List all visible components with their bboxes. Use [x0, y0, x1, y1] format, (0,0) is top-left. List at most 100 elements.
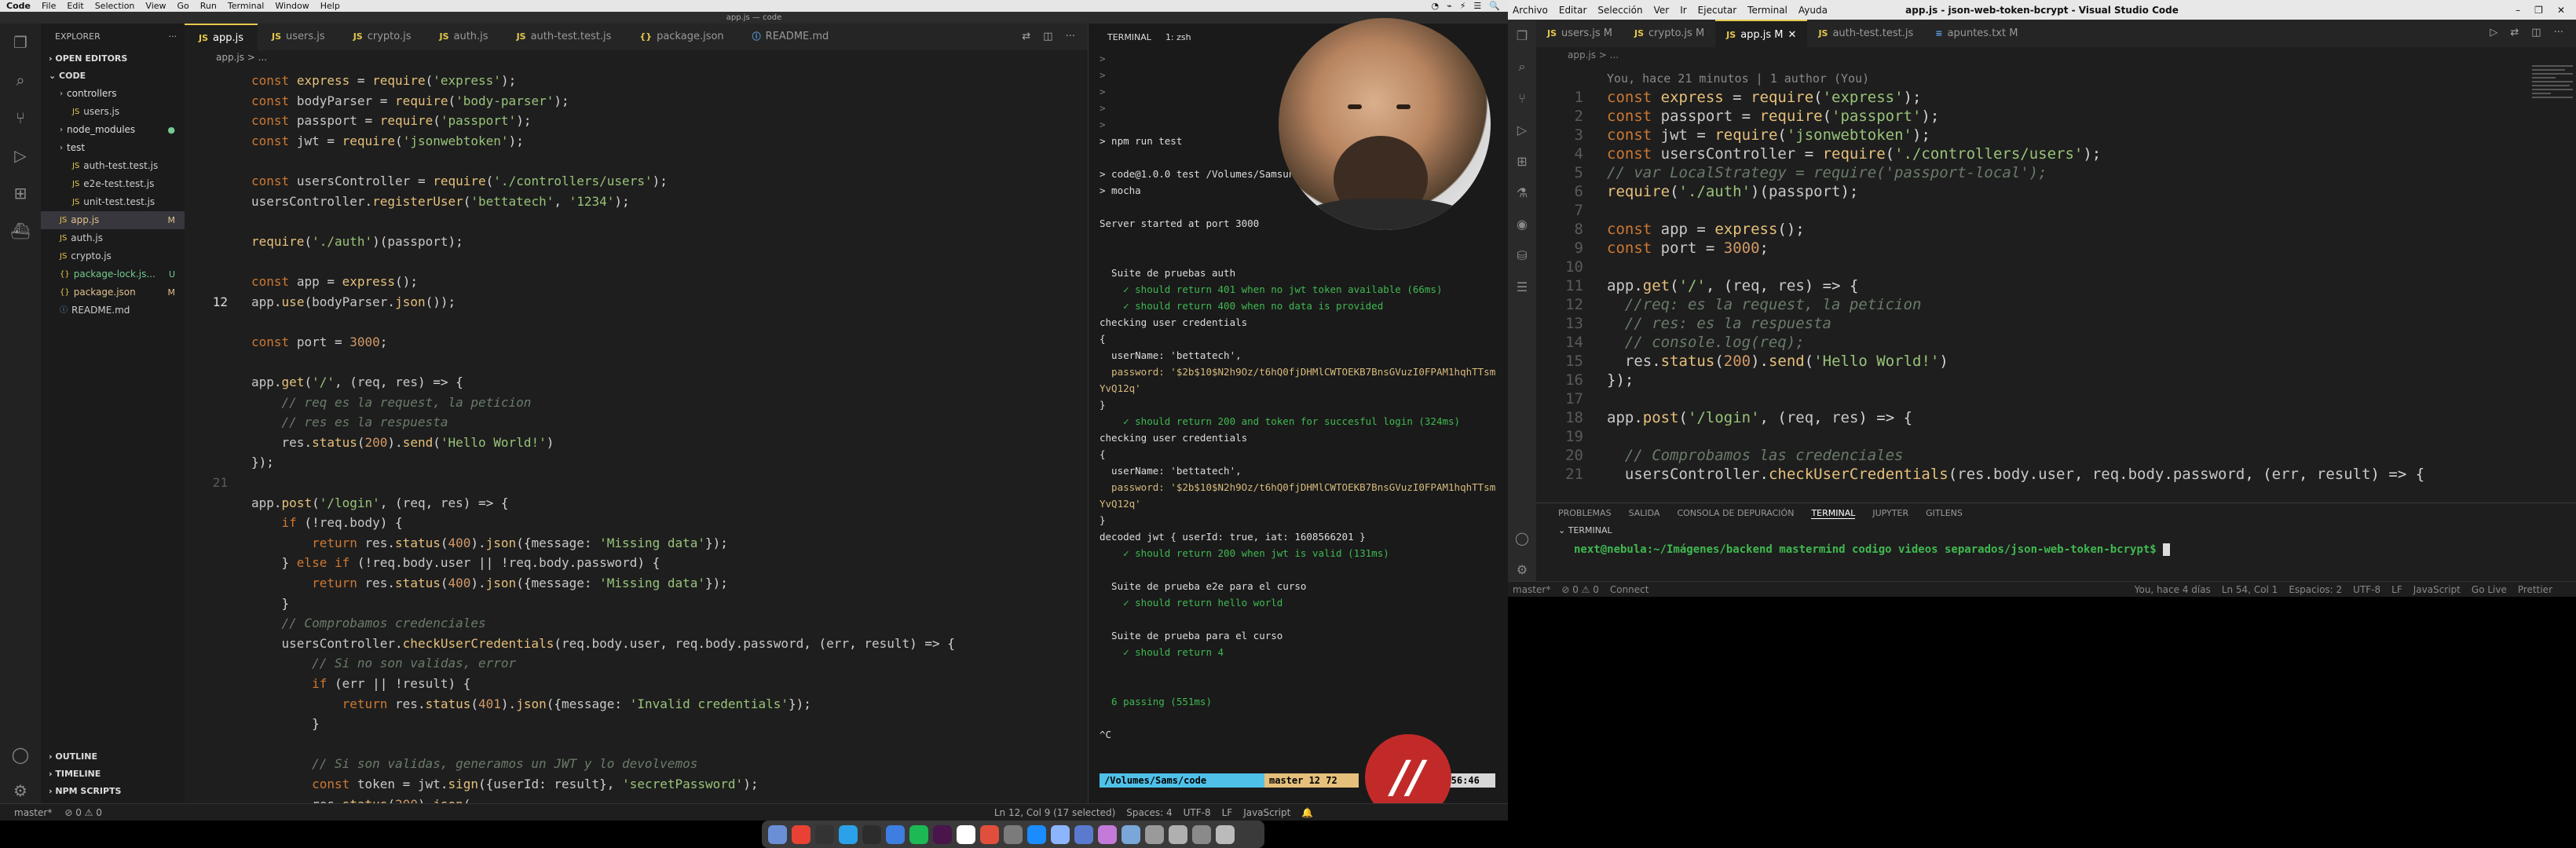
- code-line[interactable]: app.get('/', (req, res) => {: [251, 372, 463, 393]
- more-icon[interactable]: ···: [169, 24, 185, 50]
- database-icon[interactable]: ⛁: [1508, 239, 1536, 271]
- menu-ejecutar[interactable]: Ejecutar: [1698, 5, 1737, 16]
- gear-icon[interactable]: ⚙: [1508, 554, 1536, 585]
- indentation[interactable]: Espacios: 2: [2289, 584, 2342, 595]
- editor-action-icon[interactable]: ···: [2554, 20, 2563, 47]
- menubar-window[interactable]: Window: [275, 1, 309, 11]
- extensions-icon[interactable]: ⊞: [1508, 145, 1536, 177]
- file-tree-item[interactable]: › controllers: [41, 85, 185, 103]
- window-thumbnail[interactable]: [1169, 824, 1187, 844]
- panel-tab[interactable]: CONSOLA DE DEPURACIÓN: [1677, 508, 1794, 519]
- tab-package-json[interactable]: {} package.json: [625, 24, 737, 50]
- menubar-view[interactable]: View: [145, 1, 166, 11]
- panel-tab[interactable]: PROBLEMAS: [1558, 508, 1612, 519]
- file-tree-item[interactable]: JS users.js: [41, 103, 185, 121]
- code-line[interactable]: }: [251, 594, 290, 614]
- code-line[interactable]: const port = 3000;: [1607, 239, 1769, 258]
- code-line[interactable]: app.post('/login', (req, res) => {: [1607, 408, 1912, 427]
- terminal-shell-select[interactable]: 1: zsh: [1165, 32, 1191, 42]
- line-ending[interactable]: LF: [1222, 807, 1233, 818]
- app-icon[interactable]: [862, 824, 881, 844]
- open-editors-section[interactable]: › OPEN EDITORS: [41, 50, 185, 68]
- code-line[interactable]: return res.status(400).json({message: 'M…: [251, 573, 728, 594]
- code-line[interactable]: // res es la respuesta: [251, 412, 448, 433]
- timeline-section[interactable]: › TIMELINE: [41, 766, 185, 783]
- right-breadcrumb[interactable]: app.js > ...: [1536, 47, 2576, 63]
- tray-icon[interactable]: ⚡: [1460, 1, 1466, 11]
- finder-icon[interactable]: [768, 824, 787, 844]
- file-tree-item[interactable]: {} package.json M: [41, 283, 185, 302]
- extensions-icon[interactable]: ⊞: [0, 174, 41, 212]
- terminal-tab[interactable]: TERMINAL: [1107, 32, 1151, 42]
- panel-tab[interactable]: TERMINAL: [1811, 508, 1856, 519]
- menubar-help[interactable]: Help: [320, 1, 340, 11]
- vscode-app-icon[interactable]: [839, 824, 858, 844]
- file-tree-item[interactable]: › node_modules ●: [41, 121, 185, 139]
- slack-icon[interactable]: [933, 824, 952, 844]
- tab-crypto-js[interactable]: JS crypto.js: [339, 24, 426, 50]
- code-line[interactable]: });: [251, 452, 274, 473]
- code-line[interactable]: // Comprobamos credenciales: [251, 613, 486, 634]
- app-icon[interactable]: [1004, 824, 1023, 844]
- code-line[interactable]: // var LocalStrategy = require('passport…: [1607, 163, 2047, 182]
- notion-icon[interactable]: [957, 824, 975, 844]
- file-tree-item[interactable]: JS auth-test.test.js: [41, 157, 185, 175]
- code-line[interactable]: // Si son validas, generamos un JWT y lo…: [251, 754, 697, 774]
- problems-count[interactable]: ⊘ 0 ⚠ 0: [64, 807, 102, 818]
- explorer-icon[interactable]: ❐: [1508, 20, 1536, 51]
- code-line[interactable]: usersController.registerUser('bettatech'…: [251, 192, 630, 212]
- folder-icon[interactable]: [1122, 824, 1140, 844]
- code-line[interactable]: const bodyParser = require('body-parser'…: [251, 91, 569, 111]
- run-debug-icon[interactable]: ▷: [0, 137, 41, 174]
- menu-ayuda[interactable]: Ayuda: [1798, 5, 1828, 16]
- docker-icon[interactable]: ⛴: [0, 212, 41, 250]
- minimap[interactable]: [2529, 63, 2576, 236]
- code-line[interactable]: // console.log(req);: [1607, 333, 1805, 352]
- tray-icon[interactable]: ◔: [1431, 1, 1439, 11]
- go-live-button[interactable]: Go Live: [2472, 584, 2507, 595]
- connect-button[interactable]: Connect: [1610, 584, 1649, 595]
- code-line[interactable]: const app = express();: [1607, 220, 1805, 239]
- npm-scripts-section[interactable]: › NPM SCRIPTS: [41, 783, 185, 800]
- code-line[interactable]: const express = require('express');: [251, 71, 516, 91]
- breadcrumb[interactable]: app.js > ...: [185, 50, 1088, 64]
- terminal-app-icon[interactable]: [815, 824, 834, 844]
- app-icon[interactable]: [1074, 824, 1093, 844]
- cursor-position[interactable]: Ln 12, Col 9 (17 selected): [994, 807, 1115, 818]
- code-line[interactable]: const token = jwt.sign({userId: result},…: [251, 774, 758, 795]
- app-icon[interactable]: [1098, 824, 1117, 844]
- more-icon[interactable]: ···: [1066, 24, 1075, 50]
- panel-tab[interactable]: JUPYTER: [1872, 508, 1908, 519]
- code-line[interactable]: } else if (!req.body.user || !req.body.p…: [251, 553, 660, 573]
- window-thumbnail[interactable]: [1145, 824, 1164, 844]
- account-icon[interactable]: ◯: [1508, 522, 1536, 554]
- panel-tab[interactable]: GITLENS: [1926, 508, 1963, 519]
- tab-auth-js[interactable]: JS auth.js: [425, 24, 502, 50]
- line-ending[interactable]: LF: [2391, 584, 2402, 595]
- git-blame[interactable]: You, hace 4 días: [2135, 584, 2211, 595]
- code-line[interactable]: //req: es la request, la peticion: [1607, 295, 1922, 314]
- menubar-selection[interactable]: Selection: [95, 1, 135, 11]
- code-line[interactable]: res.status(200).send('Hello World!'): [1607, 352, 1948, 371]
- cursor-position[interactable]: Ln 54, Col 1: [2222, 584, 2278, 595]
- problems-count[interactable]: ⊘ 0 ⚠ 0: [1561, 584, 1599, 595]
- code-line[interactable]: res.status(200).send('Hello World!'): [251, 433, 554, 453]
- search-icon[interactable]: ⌕: [1508, 51, 1536, 82]
- explorer-icon[interactable]: ❐: [0, 24, 41, 61]
- encoding[interactable]: UTF-8: [1184, 807, 1211, 818]
- spotify-icon[interactable]: [909, 824, 928, 844]
- right-code-editor[interactable]: You, hace 21 minutos | 1 author (You) 1 co…: [1536, 63, 2549, 499]
- tab-auth-test[interactable]: JS auth-test.test.js: [503, 24, 626, 50]
- code-line[interactable]: app.get('/', (req, res) => {: [1607, 276, 1858, 295]
- app-icon[interactable]: [886, 824, 905, 844]
- menu-terminal[interactable]: Terminal: [1747, 5, 1787, 16]
- source-control-icon[interactable]: ⑂: [1508, 82, 1536, 114]
- source-control-icon[interactable]: ⑂: [0, 99, 41, 137]
- code-line[interactable]: require('./auth')(passport);: [251, 232, 463, 252]
- code-line[interactable]: const passport = require('passport');: [1607, 107, 1939, 126]
- tray-icon[interactable]: ⌁: [1447, 1, 1452, 11]
- right-tab[interactable]: JS users.js M: [1536, 20, 1623, 47]
- menubar-terminal[interactable]: Terminal: [228, 1, 265, 11]
- code-line[interactable]: }: [251, 714, 320, 734]
- layers-icon[interactable]: ☰: [1508, 271, 1536, 302]
